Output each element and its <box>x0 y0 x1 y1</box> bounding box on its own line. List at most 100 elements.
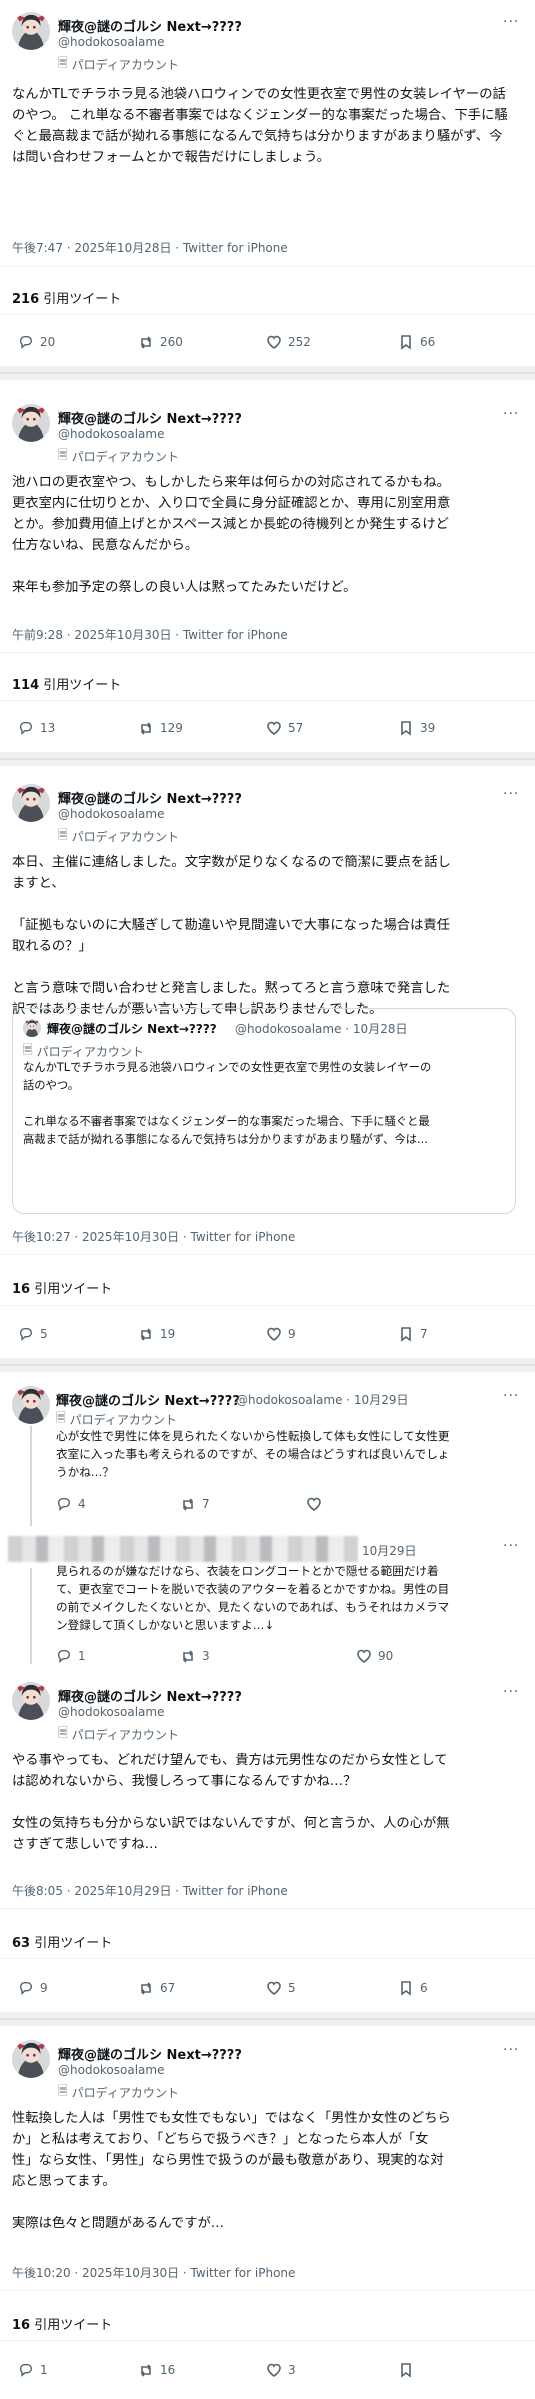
reply-icon <box>57 1649 71 1663</box>
bookmark-button[interactable]: 66 <box>398 334 435 350</box>
like-button[interactable]: 57 <box>266 720 303 736</box>
parody-icon: 🗏 <box>58 2084 68 2098</box>
retweet-button[interactable]: 260 <box>138 334 183 350</box>
retweet-icon <box>141 2364 151 2377</box>
retweet-button[interactable]: 16 <box>138 2362 175 2378</box>
bookmark-icon <box>401 1981 411 1995</box>
avatar[interactable] <box>12 404 50 442</box>
display-name[interactable]: 輝夜@謎のゴルシ Next→???? <box>58 1686 242 1705</box>
handle[interactable]: @hodokosoalame <box>58 35 164 49</box>
tweet-text: 池ハロの更衣室やつ、もしかしたら来年は何らかの対応されてるかもね。 更衣室内に仕… <box>12 475 451 595</box>
heart-icon <box>357 1649 371 1663</box>
display-name[interactable]: 輝夜@謎のゴルシ Next→???? <box>56 1390 240 1409</box>
heart-icon <box>267 1981 281 1995</box>
more-icon[interactable]: ··· <box>503 786 519 802</box>
heart-icon <box>267 335 281 349</box>
bookmark-button[interactable]: 6 <box>398 1980 428 1996</box>
like-button[interactable]: 5 <box>266 1980 296 1996</box>
parody-label: 🗏 パロディアカウント <box>58 826 179 847</box>
bookmark-button[interactable]: 7 <box>398 1326 428 1342</box>
avatar[interactable] <box>12 784 50 822</box>
like-button[interactable]: 90 <box>356 1648 393 1664</box>
retweet-icon <box>141 336 151 349</box>
quote-tweets-link[interactable]: 216 引用ツイート <box>12 288 121 307</box>
reply-icon <box>19 721 33 735</box>
display-name[interactable]: 輝夜@謎のゴルシ Next→???? <box>58 2044 242 2063</box>
handle[interactable]: @hodokosoalame <box>58 1705 164 1719</box>
heart-icon <box>267 721 281 735</box>
avatar[interactable] <box>12 1386 50 1424</box>
heart-icon <box>307 1497 321 1511</box>
tweet-text: 性転換した人は「男性でも女性でもない」ではなく「男性か女性のどちら か」と私は考… <box>12 2111 451 2231</box>
parody-icon: 🗏 <box>58 828 68 842</box>
reply-button[interactable]: 1 <box>56 1648 86 1664</box>
tweet-meta: 午後7:47 · 2025年10月28日 · Twitter for iPhon… <box>12 241 288 255</box>
more-icon[interactable]: ··· <box>503 2042 519 2058</box>
retweet-icon <box>141 1982 151 1995</box>
reply-date[interactable]: 10月29日 <box>362 1542 417 1559</box>
avatar[interactable] <box>12 12 50 50</box>
reply-button[interactable]: 13 <box>18 720 55 736</box>
tweet-meta: 午後10:20 · 2025年10月30日 · Twitter for iPho… <box>12 2266 296 2280</box>
tweet-meta: 午前9:28 · 2025年10月30日 · Twitter for iPhon… <box>12 628 288 642</box>
thread-text: 見られるのが嫌なだけなら、衣装をロングコートとかで隠せる範囲だけ着 て、更衣室で… <box>56 1564 450 1632</box>
parody-label: 🗏 パロディアカウント <box>58 54 179 75</box>
quoted-tweet[interactable]: 輝夜@謎のゴルシ Next→???? @hodokosoalame · 10月2… <box>12 1008 516 1214</box>
like-button[interactable]: 9 <box>266 1326 296 1342</box>
more-icon[interactable]: ··· <box>503 406 519 422</box>
parody-icon: 🗏 <box>58 1726 68 1740</box>
reply-button[interactable]: 4 <box>56 1496 86 1512</box>
reply-button[interactable]: 5 <box>18 1326 48 1342</box>
display-name[interactable]: 輝夜@謎のゴルシ Next→???? <box>58 788 242 807</box>
reply-button[interactable]: 1 <box>18 2362 48 2378</box>
parody-icon: 🗏 <box>58 56 68 70</box>
quote-tweets-link[interactable]: 63 引用ツイート <box>12 1932 112 1951</box>
tweet-meta: 午後8:05 · 2025年10月29日 · Twitter for iPhon… <box>12 1884 288 1898</box>
like-button[interactable]: 3 <box>266 2362 296 2378</box>
display-name[interactable]: 輝夜@謎のゴルシ Next→???? <box>58 408 242 427</box>
redacted-author <box>8 1536 358 1562</box>
retweet-button[interactable]: 3 <box>180 1648 210 1664</box>
handle[interactable]: @hodokosoalame <box>58 427 164 441</box>
quote-tweets-link[interactable]: 16 引用ツイート <box>12 1278 112 1297</box>
quote-tweets-link[interactable]: 16 引用ツイート <box>12 2314 112 2333</box>
more-icon[interactable]: ··· <box>503 1388 519 1404</box>
handle[interactable]: @hodokosoalame <box>58 807 164 821</box>
more-icon[interactable]: ··· <box>503 1538 519 1554</box>
reply-button[interactable]: 9 <box>18 1980 48 1996</box>
quoted-display-name: 輝夜@謎のゴルシ Next→???? <box>47 1022 217 1036</box>
retweet-icon <box>141 1328 151 1341</box>
reply-icon <box>19 2363 33 2377</box>
more-icon[interactable]: ··· <box>503 14 519 30</box>
retweet-button[interactable]: 67 <box>138 1980 175 1996</box>
display-name[interactable]: 輝夜@謎のゴルシ Next→???? <box>58 16 242 35</box>
retweet-icon <box>183 1650 193 1663</box>
quote-tweets-link[interactable]: 114 引用ツイート <box>12 674 121 693</box>
avatar[interactable] <box>12 2040 50 2078</box>
parody-icon: 🗏 <box>58 448 68 462</box>
tweet-text: やる事やっても、どれだけ望んでも、貴方は元男性なのだから女性として は認めれない… <box>12 1753 450 1852</box>
like-button[interactable] <box>306 1496 328 1512</box>
parody-label: 🗏 パロディアカウント <box>58 446 179 467</box>
tweet-text: 本日、主催に連絡しました。文字数が足りなくなるので簡潔に要点を話し ますと、 「… <box>12 855 451 1017</box>
quoted-text: なんかTLでチラホラ見る池袋ハロウィンでの女性更衣室で男性の女装レイヤーの 話の… <box>23 1061 432 1146</box>
reply-icon <box>57 1497 71 1511</box>
like-button[interactable]: 252 <box>266 334 311 350</box>
retweet-button[interactable]: 7 <box>180 1496 210 1512</box>
parody-label: 🗏 パロディアカウント <box>58 2082 179 2103</box>
bookmark-button[interactable] <box>398 2362 420 2378</box>
avatar[interactable] <box>12 1682 50 1720</box>
heart-icon <box>267 2363 281 2377</box>
quoted-handle-date: @hodokosoalame · 10月28日 <box>235 1022 408 1036</box>
bookmark-button[interactable]: 39 <box>398 720 435 736</box>
retweet-button[interactable]: 129 <box>138 720 183 736</box>
handle[interactable]: @hodokosoalame <box>58 2063 164 2077</box>
bookmark-icon <box>401 335 411 349</box>
tweet-text: なんかTLでチラホラ見る池袋ハロウィンでの女性更衣室で男性の女装レイヤーの話のや… <box>12 87 508 165</box>
reply-icon <box>19 335 33 349</box>
retweet-button[interactable]: 19 <box>138 1326 175 1342</box>
more-icon[interactable]: ··· <box>503 1684 519 1700</box>
retweet-icon <box>183 1498 193 1511</box>
handle-date[interactable]: @hodokosoalame · 10月29日 <box>236 1391 408 1408</box>
reply-button[interactable]: 20 <box>18 334 55 350</box>
